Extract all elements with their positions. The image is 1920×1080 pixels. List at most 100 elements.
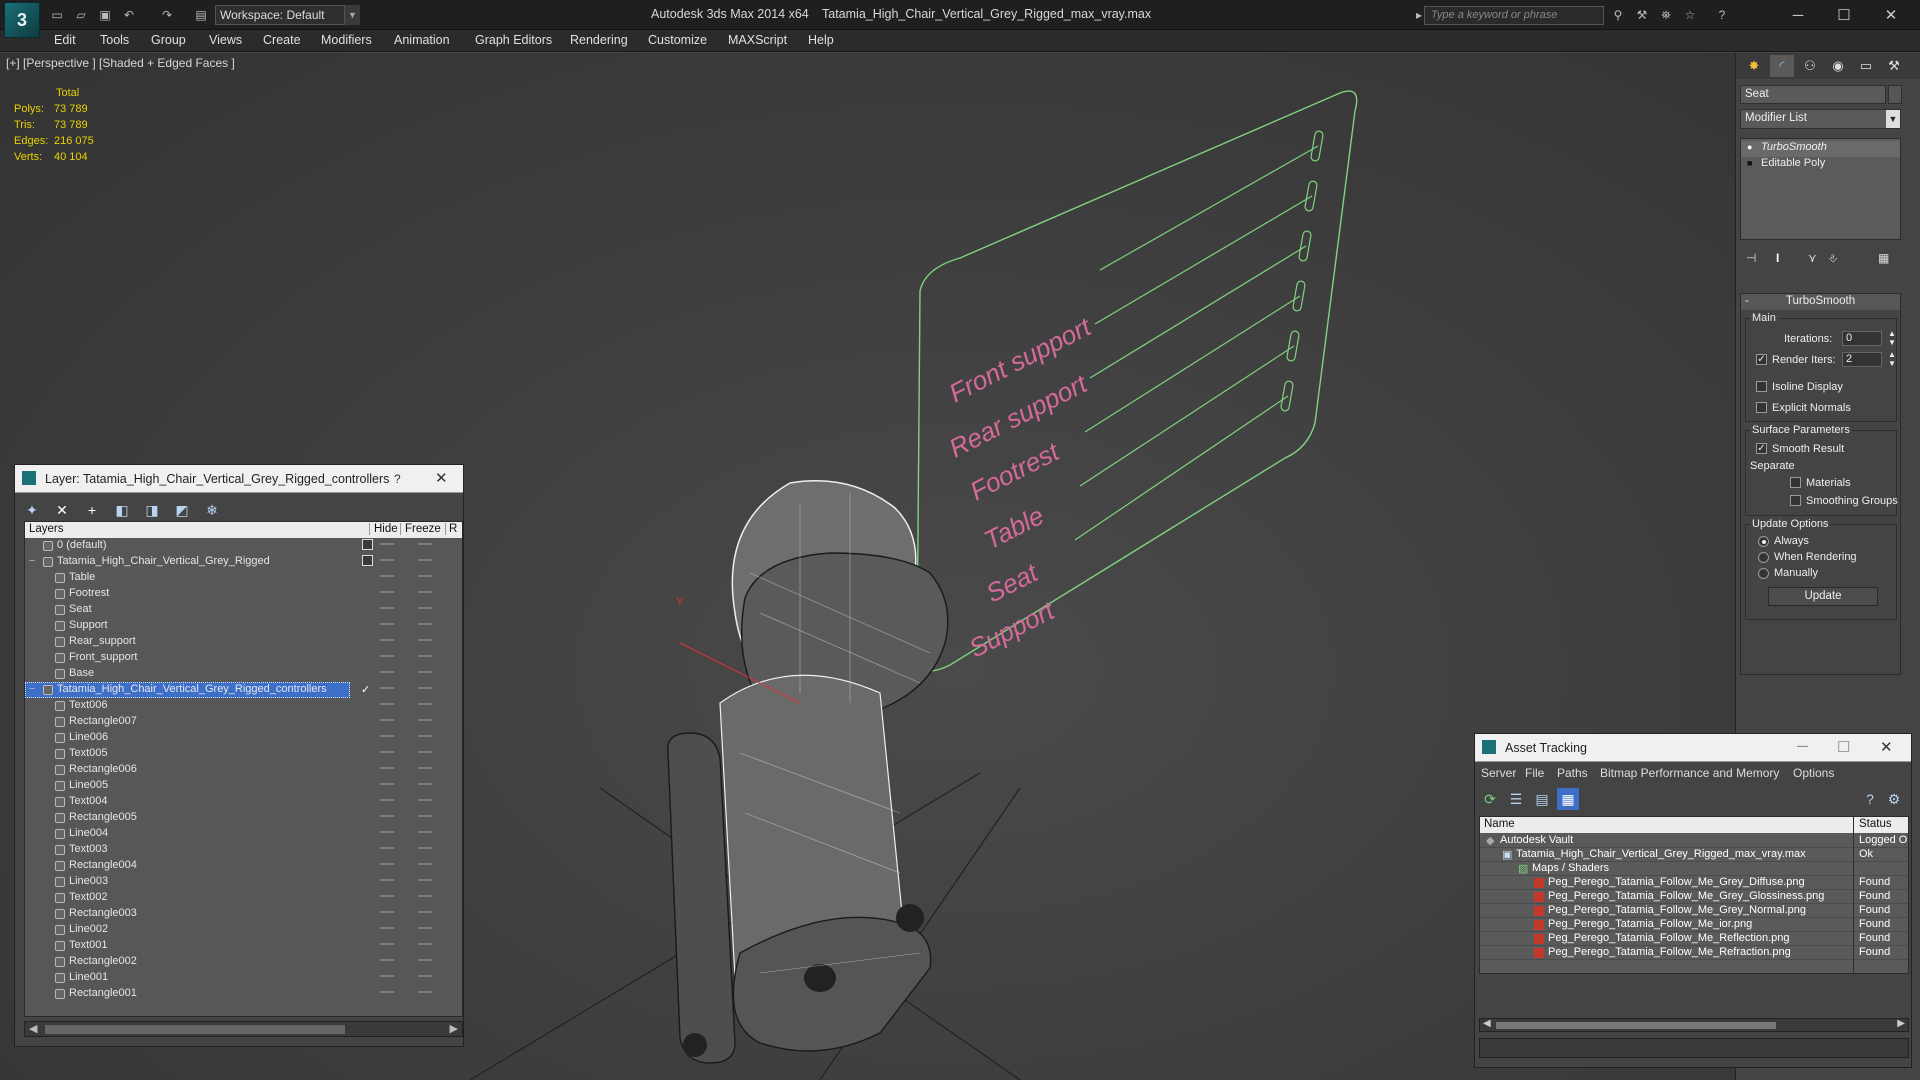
hide-toggle[interactable]	[380, 735, 394, 737]
asset-row[interactable]: Peg_Perego_Tatamia_Follow_Me_Reflection.…	[1480, 932, 1908, 946]
hide-toggle[interactable]	[380, 607, 394, 609]
lightbulb-icon[interactable]: ●	[1747, 142, 1752, 152]
modify-tab-icon[interactable]: ◜	[1770, 55, 1794, 77]
menu-server[interactable]: Server	[1481, 766, 1516, 780]
collapse-icon[interactable]: −	[29, 683, 35, 695]
isoline-display-checkbox[interactable]	[1756, 381, 1767, 392]
layer-object-row[interactable]: Text004	[25, 794, 462, 810]
open-file-icon[interactable]: ▱	[72, 6, 90, 24]
when-rendering-radio[interactable]	[1758, 552, 1769, 563]
hide-toggle[interactable]	[380, 767, 394, 769]
new-file-icon[interactable]: ▭	[48, 6, 66, 24]
asset-row[interactable]: Peg_Perego_Tatamia_Follow_Me_Grey_Glossi…	[1480, 890, 1908, 904]
freeze-toggle[interactable]	[418, 991, 432, 993]
create-tab-icon[interactable]: ✸	[1742, 55, 1766, 77]
hide-toggle[interactable]	[380, 959, 394, 961]
hide-toggle[interactable]	[380, 623, 394, 625]
layer-object-row[interactable]: Rectangle006	[25, 762, 462, 778]
hide-toggle[interactable]	[380, 719, 394, 721]
explicit-normals-checkbox[interactable]	[1756, 402, 1767, 413]
layer-object-row[interactable]: Text003	[25, 842, 462, 858]
hide-toggle[interactable]	[380, 751, 394, 753]
add-to-layer-icon[interactable]: +	[81, 499, 103, 521]
current-layer-checkbox[interactable]	[362, 555, 373, 566]
spinner-arrows-icon[interactable]: ▲ ▼	[1888, 350, 1896, 368]
refresh-icon[interactable]: ⟳	[1479, 788, 1501, 810]
hide-toggle[interactable]	[380, 927, 394, 929]
freeze-toggle[interactable]	[418, 943, 432, 945]
layer-object-row[interactable]: Text002	[25, 890, 462, 906]
stack-item-turbosmooth[interactable]: ● TurboSmooth	[1741, 141, 1900, 157]
hide-toggle[interactable]	[380, 559, 394, 561]
hide-toggle[interactable]	[380, 575, 394, 577]
freeze-toggle[interactable]	[418, 815, 432, 817]
column-status[interactable]: Status	[1853, 817, 1892, 833]
layer-object-row[interactable]: Seat	[25, 602, 462, 618]
app-menu-button[interactable]: 3	[4, 2, 40, 38]
binoculars-icon[interactable]: ⚲	[1609, 6, 1627, 24]
freeze-toggle[interactable]	[418, 687, 432, 689]
hide-toggle[interactable]	[380, 863, 394, 865]
menu-group[interactable]: Group	[151, 33, 186, 47]
hide-toggle[interactable]	[380, 687, 394, 689]
smooth-result-checkbox[interactable]: ✓	[1756, 443, 1767, 454]
layer-object-row[interactable]: Line005	[25, 778, 462, 794]
hide-toggle[interactable]	[380, 991, 394, 993]
communication-center-icon[interactable]: ⛯	[1657, 6, 1675, 24]
menu-maxscript[interactable]: MAXScript	[728, 33, 787, 47]
menu-create[interactable]: Create	[263, 33, 301, 47]
freeze-toggle[interactable]	[418, 719, 432, 721]
asset-row[interactable]: ◆ Autodesk Vault Logged O	[1480, 834, 1908, 848]
redo-icon[interactable]: ↷	[158, 6, 176, 24]
current-layer-checkbox[interactable]	[362, 539, 373, 550]
freeze-all-icon[interactable]: ❄	[201, 499, 223, 521]
freeze-toggle[interactable]	[418, 591, 432, 593]
hide-toggle[interactable]	[380, 879, 394, 881]
hide-toggle[interactable]	[380, 895, 394, 897]
column-layers[interactable]: Layers	[29, 523, 64, 535]
asset-row[interactable]: Peg_Perego_Tatamia_Follow_Me_Refraction.…	[1480, 946, 1908, 960]
hide-toggle[interactable]	[380, 543, 394, 545]
project-folder-icon[interactable]: ▤	[192, 6, 210, 24]
asset-path-field[interactable]	[1479, 1038, 1909, 1058]
asset-row[interactable]: Peg_Perego_Tatamia_Follow_Me_ior.png Foun…	[1480, 918, 1908, 932]
freeze-toggle[interactable]	[418, 559, 432, 561]
menu-rendering[interactable]: Rendering	[570, 33, 628, 47]
freeze-toggle[interactable]	[418, 607, 432, 609]
layer-object-row[interactable]: Rectangle002	[25, 954, 462, 970]
menu-tools[interactable]: Tools	[100, 33, 129, 47]
hide-toggle[interactable]	[380, 671, 394, 673]
maximize-icon[interactable]: ☐	[1821, 2, 1867, 28]
layer-object-row[interactable]: Rectangle003	[25, 906, 462, 922]
layer-row[interactable]: − Tatamia_High_Chair_Vertical_Grey_Rigged…	[25, 682, 462, 698]
freeze-toggle[interactable]	[418, 655, 432, 657]
layer-object-row[interactable]: Rectangle007	[25, 714, 462, 730]
layer-dialog-title[interactable]: Layer: Tatamia_High_Chair_Vertical_Grey_…	[15, 465, 463, 493]
turbosmooth-rollout-header[interactable]: - TurboSmooth	[1741, 294, 1900, 310]
help-icon[interactable]: ?	[1713, 6, 1731, 24]
freeze-toggle[interactable]	[418, 927, 432, 929]
asset-tracking-title[interactable]: Asset Tracking ─ ☐ ✕	[1475, 734, 1911, 762]
minimize-icon[interactable]: ─	[1775, 2, 1821, 28]
layer-object-row[interactable]: Text001	[25, 938, 462, 954]
search-input[interactable]: Type a keyword or phrase	[1424, 6, 1604, 25]
layer-object-row[interactable]: Support	[25, 618, 462, 634]
hide-toggle[interactable]	[380, 783, 394, 785]
column-name[interactable]: Name	[1484, 818, 1515, 830]
hide-toggle[interactable]	[380, 799, 394, 801]
layer-object-row[interactable]: Rectangle005	[25, 810, 462, 826]
asset-row[interactable]: Peg_Perego_Tatamia_Follow_Me_Grey_Diffus…	[1480, 876, 1908, 890]
menu-paths[interactable]: Paths	[1557, 766, 1588, 780]
utilities-tab-icon[interactable]: ⚒	[1882, 55, 1906, 77]
scrollbar-thumb[interactable]	[1496, 1022, 1776, 1029]
object-name-field[interactable]: Seat	[1740, 85, 1886, 104]
chevron-down-icon[interactable]: ▼	[344, 5, 360, 25]
collapse-icon[interactable]: −	[29, 555, 35, 567]
menu-bitmap-performance[interactable]: Bitmap Performance and Memory	[1600, 766, 1779, 780]
controller-label-support[interactable]: Support	[964, 594, 1060, 663]
freeze-toggle[interactable]	[418, 895, 432, 897]
help-icon[interactable]: ?	[394, 472, 401, 486]
highlight-layer-icon[interactable]: ◨	[141, 499, 163, 521]
close-icon[interactable]: ✕	[435, 469, 448, 487]
freeze-toggle[interactable]	[418, 863, 432, 865]
